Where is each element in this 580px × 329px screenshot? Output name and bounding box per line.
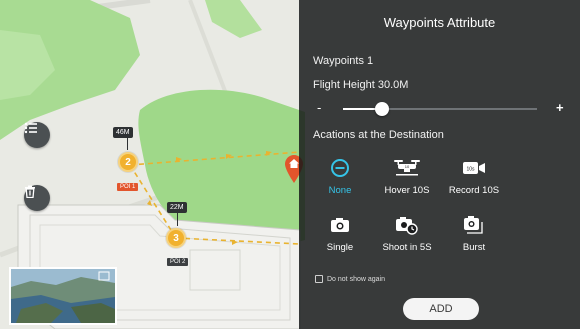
add-button[interactable]: ADD [403, 298, 479, 320]
action-label: Hover 10S [384, 185, 430, 196]
waypoint-marker[interactable]: 3 [166, 228, 186, 248]
camera-preview-thumbnail[interactable] [9, 267, 117, 325]
action-label: Shoot in 5S [382, 242, 432, 253]
altitude-tag: 22M [167, 202, 187, 213]
delete-button[interactable] [24, 185, 50, 211]
camera-icon [330, 217, 350, 238]
action-record[interactable]: 10s Record 10S [439, 157, 509, 196]
altitude-stem [127, 138, 128, 150]
action-label: None [328, 185, 352, 196]
drone-hover-icon: 10 [393, 158, 421, 183]
none-circle-icon [330, 158, 350, 183]
svg-text:10: 10 [405, 164, 410, 169]
altitude-tag: 46M [113, 127, 133, 138]
camera-burst-icon [463, 215, 485, 240]
action-hover[interactable]: 10 Hover 10S [372, 157, 442, 196]
waypoint-planner-screen: 46M 2 POI 1 22M 3 POI 2 Waypoints Attrib… [0, 0, 580, 329]
action-burst[interactable]: Burst [439, 214, 509, 253]
video-record-icon: 10s [462, 160, 486, 181]
waypoint-name: Waypoints 1 [313, 55, 374, 67]
action-shoot-timer[interactable]: Shoot in 5S [372, 214, 442, 253]
altitude-stem [177, 213, 178, 226]
checkbox-label: Do not show again [327, 275, 385, 283]
do-not-show-again-checkbox[interactable]: Do not show again [315, 275, 385, 283]
waypoints-attribute-panel: Waypoints Attribute Waypoints 1 Flight H… [299, 0, 580, 329]
decrease-height-button[interactable]: - [317, 100, 321, 115]
actions-title: Acations at the Destination [313, 129, 444, 141]
poi-tag[interactable]: POI 2 [167, 258, 189, 266]
list-button[interactable] [24, 122, 50, 148]
flight-height-value: 30.0M [377, 79, 409, 91]
flight-height-row: Flight Height 30.0M [313, 79, 408, 91]
flight-height-label: Flight Height [313, 79, 375, 91]
waypoint-marker[interactable]: 2 [118, 152, 138, 172]
flight-height-slider[interactable]: - + [313, 100, 575, 120]
action-label: Record 10S [448, 185, 500, 196]
camera-timer-icon [395, 215, 419, 240]
action-single[interactable]: Single [305, 214, 375, 253]
action-label: Single [326, 242, 354, 253]
slider-handle[interactable] [374, 102, 389, 116]
checkbox-box[interactable] [315, 275, 323, 283]
svg-text:10s: 10s [466, 166, 475, 172]
poi-tag[interactable]: POI 1 [117, 183, 139, 191]
panel-title: Waypoints Attribute [383, 15, 496, 30]
action-none[interactable]: None [305, 157, 375, 196]
increase-height-button[interactable]: + [556, 100, 564, 115]
action-label: Burst [462, 242, 486, 253]
